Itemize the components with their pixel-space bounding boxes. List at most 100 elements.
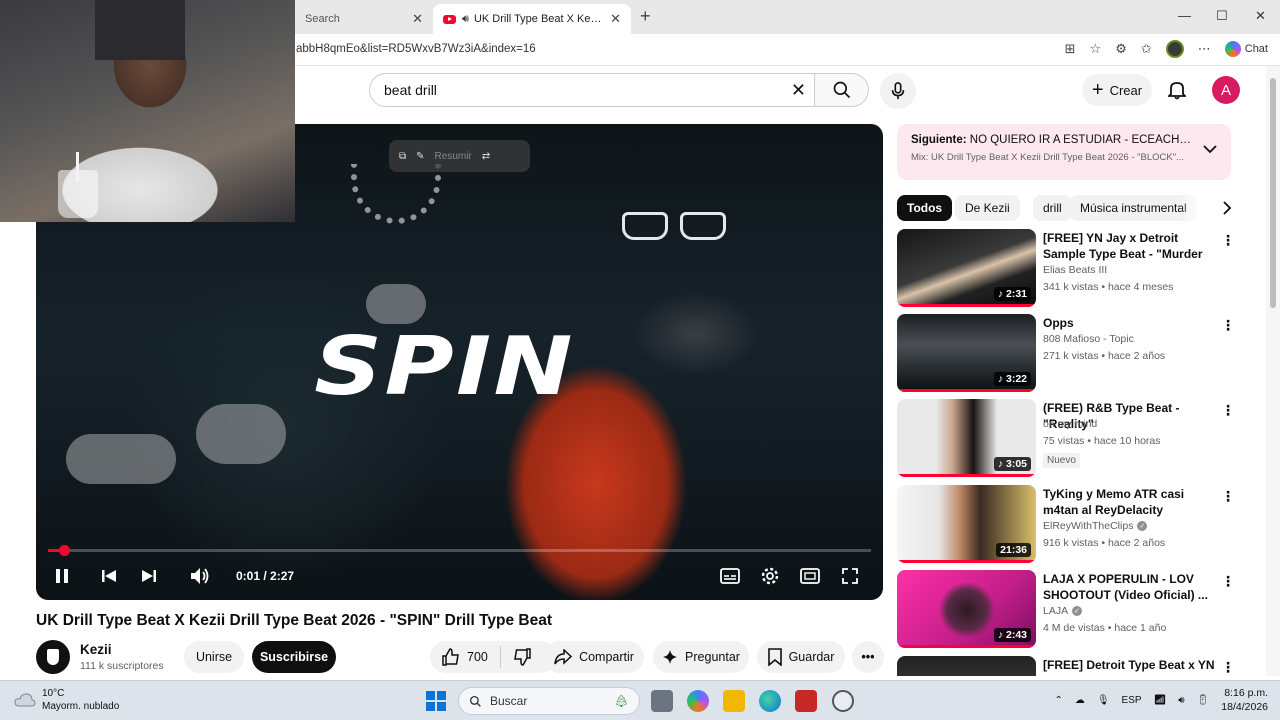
- recommendation-title[interactable]: [FREE] YN Jay x Detroit Sample Type Beat…: [1043, 230, 1215, 262]
- recommendation-channel[interactable]: on my mind: [1043, 418, 1097, 430]
- miniplayer-icon[interactable]: ⧉: [399, 151, 406, 162]
- video-thumbnail[interactable]: ♪ 2:31: [897, 229, 1036, 307]
- more-vertical-icon[interactable]: ⋮: [1221, 232, 1235, 249]
- tab-search[interactable]: Search ✕: [295, 4, 433, 34]
- close-tab-icon[interactable]: ✕: [610, 11, 621, 27]
- more-actions-button[interactable]: •••: [852, 641, 884, 673]
- recommendation-item[interactable]: 21:36 TyKing y Memo ATR casi m4tan al Re…: [897, 485, 1237, 563]
- recommendation-item[interactable]: ♪ 2:31 [FREE] YN Jay x Detroit Sample Ty…: [897, 229, 1237, 307]
- video-thumbnail[interactable]: [897, 656, 1036, 676]
- chip-from-kezii[interactable]: De Kezii: [955, 195, 1020, 221]
- recommendation-item[interactable]: [FREE] Detroit Type Beat x YN ⋮: [897, 656, 1237, 676]
- page-scrollbar[interactable]: [1266, 66, 1280, 676]
- settings-button[interactable]: [758, 564, 782, 588]
- subtitles-button[interactable]: [718, 564, 742, 588]
- chevron-down-icon[interactable]: [1203, 144, 1217, 154]
- video-thumbnail[interactable]: ♪ 2:43: [897, 570, 1036, 648]
- weather-widget[interactable]: 10°C Mayorm. nublado: [14, 687, 119, 713]
- recommendation-channel[interactable]: ElReyWithTheClips ✓: [1043, 520, 1148, 532]
- recommendation-channel[interactable]: Elias Beats III: [1043, 264, 1107, 276]
- tab-youtube-video[interactable]: 🔊︎ UK Drill Type Beat X Kezii Drill ✕: [433, 4, 631, 34]
- mcafee-icon[interactable]: [795, 690, 817, 712]
- taskbar-search[interactable]: Buscar 🌲︎: [458, 687, 640, 715]
- input-language[interactable]: ESP: [1122, 695, 1142, 706]
- edge-browser-icon[interactable]: [759, 690, 781, 712]
- clock-app-icon[interactable]: [832, 690, 854, 712]
- voice-search-button[interactable]: [880, 73, 916, 109]
- audio-playing-icon[interactable]: 🔊︎: [462, 13, 469, 26]
- chips-next-button[interactable]: [1180, 195, 1232, 221]
- translate-icon[interactable]: ⇄: [482, 151, 490, 162]
- channel-avatar[interactable]: [36, 640, 70, 674]
- more-vertical-icon[interactable]: ⋮: [1221, 488, 1235, 505]
- summary-icon[interactable]: ✎: [416, 151, 424, 162]
- taskbar-clock[interactable]: 8:16 p.m. 18/4/2026: [1221, 686, 1268, 714]
- more-vertical-icon[interactable]: ⋮: [1221, 317, 1235, 334]
- recommendation-item[interactable]: ♪ 3:22 Opps 808 Mafioso - Topic 271 k vi…: [897, 314, 1237, 392]
- maximize-icon[interactable]: ☐: [1216, 8, 1228, 24]
- chip-all[interactable]: Todos: [897, 195, 953, 221]
- browser-profile-avatar[interactable]: [1165, 40, 1184, 58]
- recommendation-channel[interactable]: LAJA ✓: [1043, 605, 1083, 617]
- pause-button[interactable]: [50, 564, 74, 588]
- minimize-icon[interactable]: —: [1178, 8, 1191, 23]
- close-tab-icon[interactable]: ✕: [412, 11, 423, 27]
- speaker-icon[interactable]: 🔊︎: [1178, 695, 1184, 706]
- more-menu-icon[interactable]: ⋯: [1198, 41, 1211, 57]
- ask-button[interactable]: Preguntar: [653, 641, 749, 673]
- microphone-icon[interactable]: 🎙︎: [1097, 695, 1110, 706]
- recommendation-title[interactable]: [FREE] Detroit Type Beat x YN: [1043, 657, 1215, 673]
- join-button[interactable]: Unirse: [184, 641, 244, 673]
- video-thumbnail[interactable]: 21:36: [897, 485, 1036, 563]
- onedrive-cloud-icon[interactable]: ☁︎: [1075, 695, 1085, 706]
- chip-instrumental-music[interactable]: Música instrumental: [1070, 195, 1197, 221]
- chip-drill[interactable]: drill: [1033, 195, 1072, 221]
- previous-button[interactable]: [97, 564, 121, 588]
- channel-name[interactable]: Kezii: [80, 642, 112, 657]
- url-field[interactable]: abbH8qmEo&list=RD5WxvB7Wz3iA&index=16: [296, 43, 536, 55]
- clear-search-icon[interactable]: ✕: [791, 80, 806, 101]
- new-tab-icon[interactable]: +: [640, 6, 651, 27]
- extensions-icon[interactable]: ⚙︎: [1115, 41, 1127, 57]
- task-view-icon[interactable]: [651, 690, 673, 712]
- progress-scrubber[interactable]: [59, 545, 70, 556]
- favorite-star-icon[interactable]: ☆: [1090, 41, 1102, 57]
- recommendation-title[interactable]: TyKing y Memo ATR casi m4tan al ReyDelac…: [1043, 486, 1215, 518]
- dislike-button[interactable]: [501, 641, 543, 673]
- progress-bar[interactable]: [48, 545, 871, 556]
- fullscreen-button[interactable]: [838, 564, 862, 588]
- video-thumbnail[interactable]: ♪ 3:05: [897, 399, 1036, 477]
- copilot-chat-button[interactable]: Chat: [1224, 41, 1268, 57]
- summary-label[interactable]: Resumir: [435, 151, 472, 162]
- search-input[interactable]: beat drill ✕: [369, 73, 815, 107]
- volume-button[interactable]: [188, 564, 212, 588]
- like-button[interactable]: 700: [430, 641, 500, 673]
- search-button[interactable]: [815, 73, 869, 107]
- recommendation-channel[interactable]: 808 Mafioso - Topic: [1043, 333, 1134, 345]
- theater-mode-button[interactable]: [798, 564, 822, 588]
- battery-icon[interactable]: 🔋︎: [1197, 695, 1210, 706]
- recommendation-item[interactable]: ♪ 3:05 (FREE) R&B Type Beat - "Reality" …: [897, 399, 1237, 477]
- create-button[interactable]: + Crear: [1082, 74, 1152, 106]
- file-explorer-icon[interactable]: [723, 690, 745, 712]
- close-window-icon[interactable]: ✕: [1255, 8, 1266, 24]
- subscribe-button[interactable]: Suscribirse: [252, 641, 336, 673]
- next-button[interactable]: [137, 564, 161, 588]
- favorites-icon[interactable]: ✩: [1141, 41, 1152, 57]
- account-avatar[interactable]: A: [1212, 76, 1240, 104]
- more-vertical-icon[interactable]: ⋮: [1221, 402, 1235, 419]
- more-vertical-icon[interactable]: ⋮: [1221, 573, 1235, 590]
- apps-icon[interactable]: ⊞: [1065, 41, 1076, 57]
- wifi-icon[interactable]: 📶︎: [1154, 695, 1167, 706]
- save-button[interactable]: Guardar: [757, 641, 845, 673]
- recommendation-title[interactable]: Opps: [1043, 315, 1215, 331]
- next-up-panel[interactable]: Siguiente: NO QUIERO IR A ESTUDIAR - ECE…: [897, 124, 1231, 180]
- share-button[interactable]: Compartir: [544, 641, 644, 673]
- scrollbar-thumb[interactable]: [1270, 78, 1276, 308]
- video-thumbnail[interactable]: ♪ 3:22: [897, 314, 1036, 392]
- recommendation-item[interactable]: ♪ 2:43 LAJA X POPERULIN - LOV SHOOTOUT (…: [897, 570, 1237, 648]
- notifications-bell-icon[interactable]: [1168, 80, 1186, 100]
- more-vertical-icon[interactable]: ⋮: [1221, 659, 1235, 676]
- copilot-taskbar-icon[interactable]: [687, 690, 709, 712]
- windows-start-icon[interactable]: [426, 691, 446, 711]
